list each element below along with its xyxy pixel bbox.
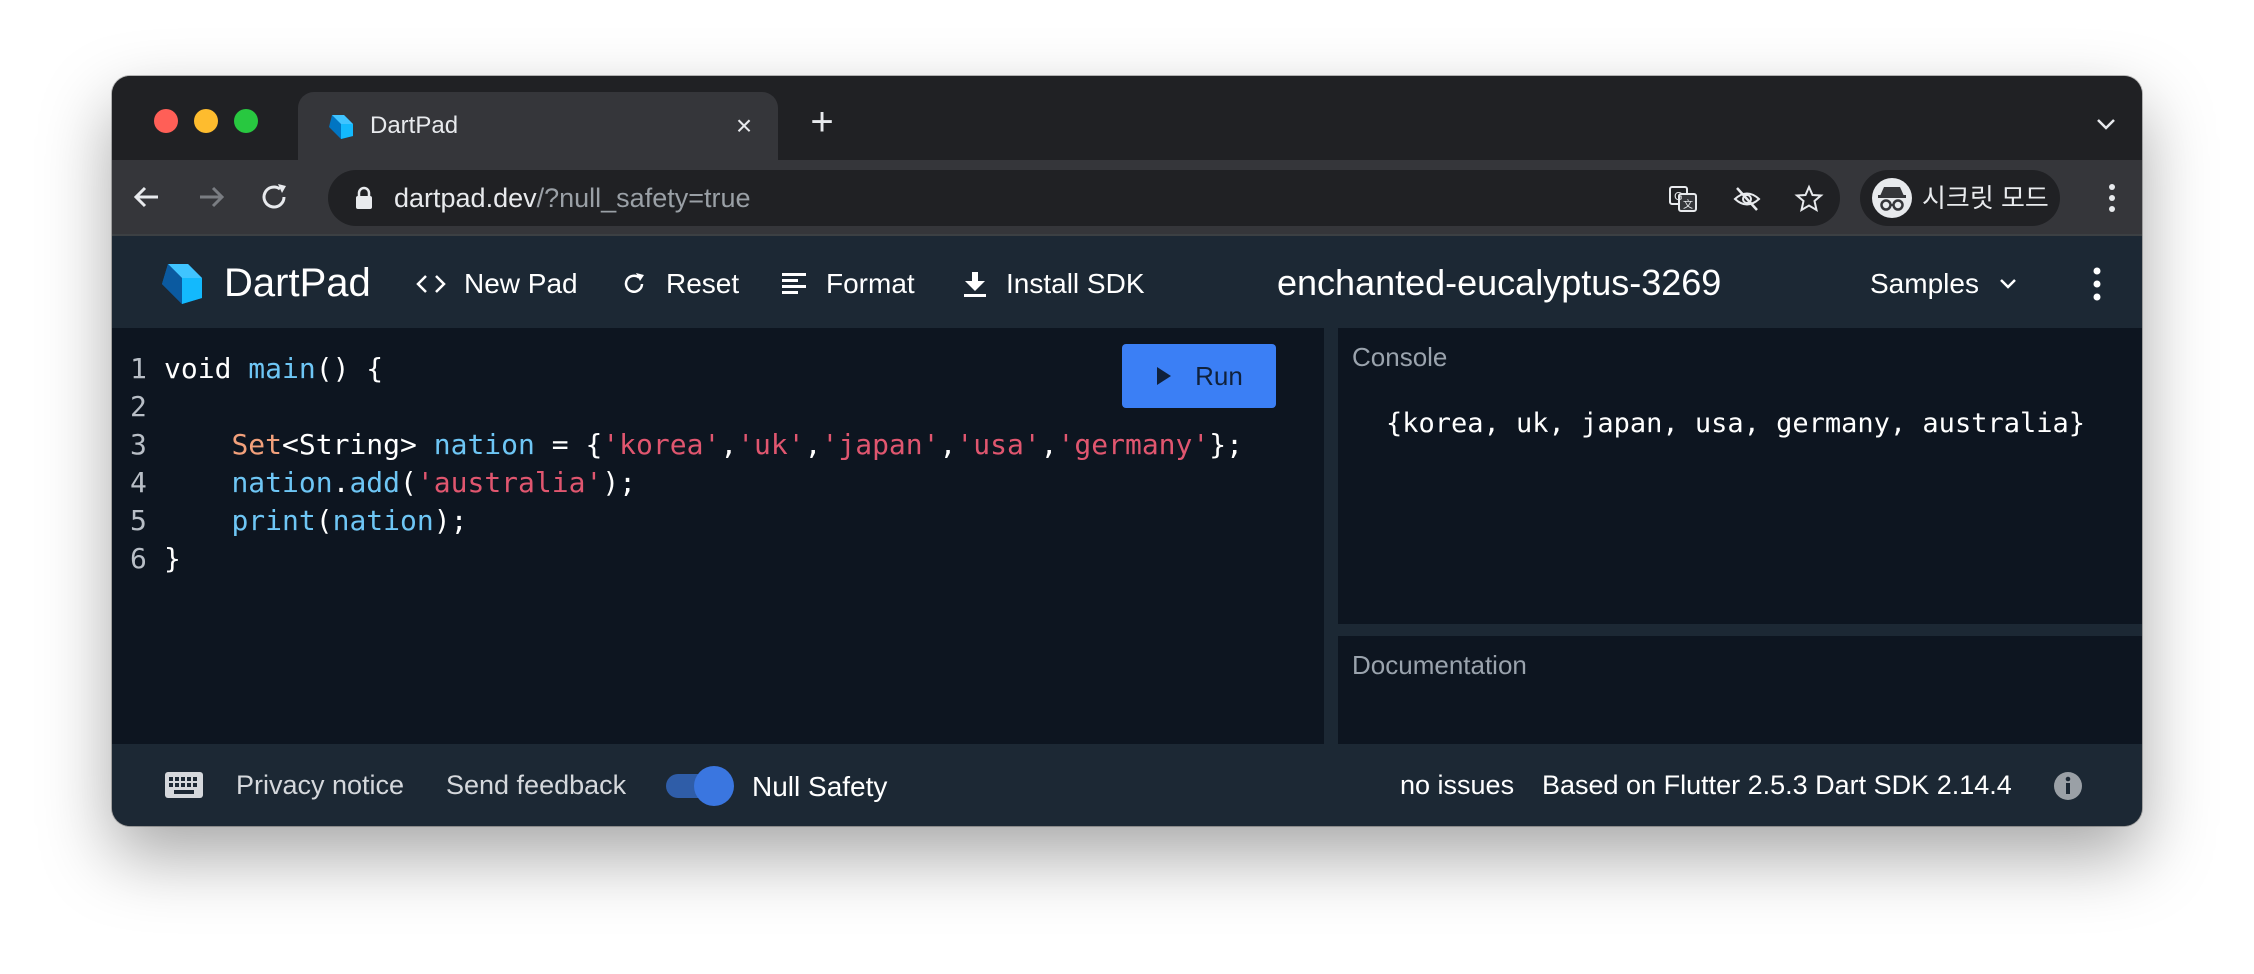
tab-search-chevron-down-icon[interactable] xyxy=(2092,110,2120,138)
browser-menu-kebab-icon[interactable] xyxy=(2108,182,2116,214)
samples-label: Samples xyxy=(1870,268,1979,299)
code-line: 5 print(nation); xyxy=(130,502,1243,540)
code-line: 1 void main() { xyxy=(130,350,1243,388)
info-icon[interactable] xyxy=(2052,770,2084,802)
null-safety-toggle[interactable] xyxy=(666,766,736,806)
svg-text:文: 文 xyxy=(1683,198,1693,211)
reset-button[interactable]: Reset xyxy=(620,264,739,304)
keyboard-icon[interactable] xyxy=(164,770,204,800)
incognito-label: 시크릿 모드 xyxy=(1922,183,2049,213)
url-text[interactable]: dartpad.dev/?null_safety=true xyxy=(394,182,751,214)
format-label: Format xyxy=(826,268,915,299)
dartpad-menu-kebab-icon[interactable] xyxy=(2092,266,2102,302)
console-output: {korea, uk, japan, usa, germany, austral… xyxy=(1386,408,2085,439)
run-button[interactable]: Run xyxy=(1122,344,1276,408)
back-icon[interactable] xyxy=(128,178,166,216)
code-text: } xyxy=(164,542,181,575)
code-area[interactable]: 1 void main() { 2 3 Set<String> nation =… xyxy=(130,350,1243,578)
address-bar[interactable]: dartpad.dev/?null_safety=true G 文 xyxy=(328,170,1840,226)
code-editor[interactable]: 1 void main() { 2 3 Set<String> nation =… xyxy=(112,328,1324,744)
privacy-notice-link[interactable]: Privacy notice xyxy=(236,768,404,802)
browser-toolbar: dartpad.dev/?null_safety=true G 文 시크릿 모드 xyxy=(112,160,2142,234)
dart-logo-icon xyxy=(329,115,353,139)
install-sdk-button[interactable]: Install SDK xyxy=(962,264,1145,304)
run-label: Run xyxy=(1195,360,1243,391)
console-title: Console xyxy=(1352,342,1448,372)
app-title: DartPad xyxy=(224,261,371,305)
new-pad-label: New Pad xyxy=(464,268,578,299)
version-info: Based on Flutter 2.5.3 Dart SDK 2.14.4 xyxy=(1542,770,2012,800)
format-button[interactable]: Format xyxy=(780,264,915,304)
chevron-down-icon xyxy=(2000,279,2016,289)
reset-label: Reset xyxy=(666,268,740,299)
star-icon[interactable] xyxy=(1794,184,1824,214)
tab-title: DartPad xyxy=(370,112,459,139)
play-icon xyxy=(1157,367,1172,385)
line-number: 4 xyxy=(130,466,147,499)
toggle-knob xyxy=(694,766,734,806)
tab-close-icon[interactable]: × xyxy=(730,112,758,140)
code-text: print(nation); xyxy=(231,504,468,537)
url-path: /?null_safety=true xyxy=(536,183,751,213)
code-line: 6 } xyxy=(130,540,1243,578)
code-brackets-icon xyxy=(416,275,446,293)
incognito-profile-button[interactable]: 시크릿 모드 xyxy=(1860,170,2060,226)
maximize-window-button[interactable] xyxy=(234,109,258,133)
send-feedback-link[interactable]: Send feedback xyxy=(446,768,626,802)
close-window-button[interactable] xyxy=(154,109,178,133)
url-host: dartpad.dev xyxy=(394,183,537,213)
line-number: 3 xyxy=(130,428,147,461)
new-pad-button[interactable]: New Pad xyxy=(416,264,578,304)
pad-name[interactable]: enchanted-eucalyptus-3269 xyxy=(1277,260,1721,306)
svg-text:G: G xyxy=(1674,190,1683,203)
install-sdk-label: Install SDK xyxy=(1006,268,1145,299)
format-align-icon xyxy=(782,273,806,294)
lock-icon[interactable] xyxy=(354,186,374,210)
new-tab-button[interactable]: + xyxy=(804,102,840,142)
dart-logo-icon xyxy=(162,264,202,304)
line-number: 1 xyxy=(130,352,147,385)
console-panel: Console {korea, uk, japan, usa, germany,… xyxy=(1338,328,2142,624)
download-icon xyxy=(964,272,986,297)
line-number: 6 xyxy=(130,542,147,575)
documentation-panel: Documentation xyxy=(1338,636,2142,744)
code-line: 4 nation.add('australia'); xyxy=(130,464,1243,502)
issues-status: no issues xyxy=(1400,770,1515,800)
eye-off-icon[interactable] xyxy=(1732,184,1762,214)
null-safety-label: Null Safety xyxy=(752,771,888,802)
translate-icon[interactable]: G 文 xyxy=(1668,184,1698,214)
dartpad-header: DartPad New Pad Reset Format Install SDK… xyxy=(112,234,2142,330)
browser-window: DartPad × + dartpad.dev/?null_safety=tru… xyxy=(112,76,2142,826)
refresh-icon xyxy=(624,273,644,293)
code-line: 3 Set<String> nation = {'korea','uk','ja… xyxy=(130,426,1243,464)
samples-dropdown[interactable]: Samples xyxy=(1870,264,2019,304)
vertical-splitter[interactable] xyxy=(1324,328,1338,744)
line-number: 2 xyxy=(130,390,147,423)
forward-icon[interactable] xyxy=(192,178,230,216)
minimize-window-button[interactable] xyxy=(194,109,218,133)
tab-strip: DartPad × + xyxy=(112,76,2142,160)
status-footer: Privacy notice Send feedback Null Safety… xyxy=(112,744,2142,826)
horizontal-splitter[interactable] xyxy=(1338,624,2142,636)
incognito-icon xyxy=(1872,178,1912,218)
documentation-title: Documentation xyxy=(1352,650,1527,680)
tab-dartpad[interactable]: DartPad × xyxy=(298,92,778,160)
code-text: void main() { xyxy=(164,352,384,385)
code-text: Set<String> nation = {'korea','uk','japa… xyxy=(231,428,1243,461)
reload-icon[interactable] xyxy=(256,178,294,216)
code-text: nation.add('australia'); xyxy=(231,466,637,499)
code-line: 2 xyxy=(130,388,1243,426)
line-number: 5 xyxy=(130,504,147,537)
